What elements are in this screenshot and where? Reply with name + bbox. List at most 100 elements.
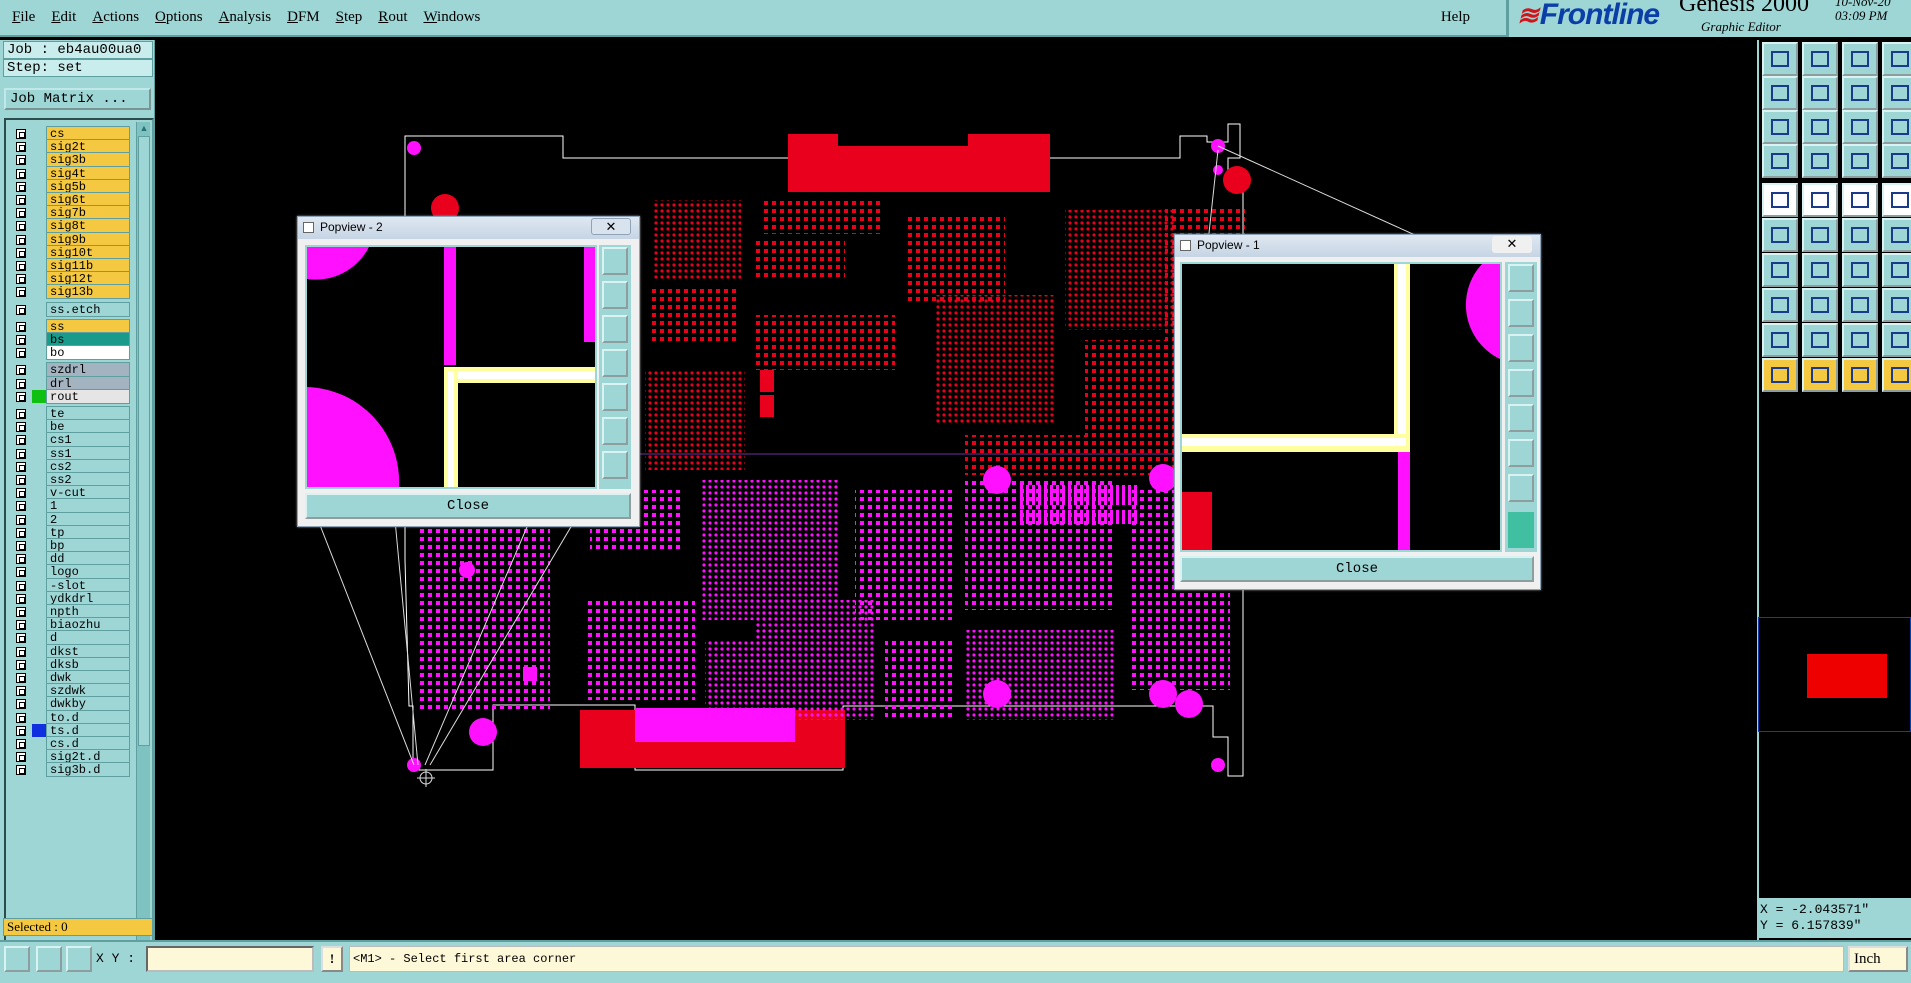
layer-checkbox[interactable] [16, 765, 26, 776]
pan-right-icon[interactable] [1508, 404, 1534, 432]
layer-row[interactable]: sig13b [8, 284, 130, 300]
ruler-icon[interactable] [1842, 183, 1878, 217]
layer-checkbox[interactable] [16, 725, 26, 736]
fill-icon[interactable] [1882, 183, 1911, 217]
zoom-in-icon[interactable] [602, 247, 628, 275]
popview-1-close-button[interactable]: Close [1180, 556, 1534, 582]
zoom-back-icon[interactable] [1802, 76, 1838, 110]
menu-dfm[interactable]: DFM [287, 9, 320, 26]
layer-row[interactable]: bo [8, 345, 130, 361]
layer-name[interactable]: sig3b.d [46, 762, 130, 778]
measure-icon[interactable] [1762, 144, 1798, 178]
layer-checkbox[interactable] [16, 659, 26, 670]
layer-checkbox[interactable] [16, 607, 26, 617]
add-arc-icon[interactable] [1842, 218, 1878, 252]
menu-help[interactable]: Help [1441, 9, 1470, 26]
layer-name[interactable]: bo [46, 345, 130, 361]
popview-2-close-button[interactable]: Close [305, 493, 631, 519]
layer-checkbox[interactable] [16, 391, 26, 402]
layer-scrollbar[interactable]: ▲ ▼ [136, 122, 150, 949]
layer-checkbox[interactable] [16, 567, 26, 578]
zoom-fit-icon[interactable] [1508, 439, 1534, 467]
menu-options[interactable]: Options [155, 9, 203, 26]
pointer-c-icon[interactable] [1842, 358, 1878, 392]
layer-checkbox[interactable] [16, 274, 26, 285]
layer-checkbox[interactable] [16, 461, 26, 472]
layer-checkbox[interactable] [16, 593, 26, 604]
layer-checkbox[interactable] [16, 261, 26, 271]
menu-rout[interactable]: Rout [378, 9, 407, 26]
color-icon[interactable] [1842, 144, 1878, 178]
triangle-c-icon[interactable] [1842, 323, 1878, 357]
layer-checkbox[interactable] [16, 195, 26, 205]
layer-checkbox[interactable] [16, 287, 26, 298]
layer-checkbox[interactable] [16, 378, 26, 389]
zoom-window-icon[interactable] [1842, 76, 1878, 110]
layer-checkbox[interactable] [16, 365, 26, 376]
layer-name[interactable]: rout [46, 388, 130, 404]
arc-icon[interactable] [1842, 253, 1878, 287]
layer-checkbox[interactable] [16, 686, 26, 697]
route-icon[interactable] [1882, 218, 1911, 252]
pointer-icon[interactable] [1762, 358, 1798, 392]
pan-down-icon[interactable] [1508, 334, 1534, 362]
fit-icon[interactable] [1762, 110, 1798, 144]
layer-checkbox[interactable] [16, 348, 26, 359]
layer-checkbox[interactable] [16, 247, 26, 258]
unit-selector[interactable]: Inch [1848, 946, 1908, 972]
zoom-out-icon[interactable] [602, 451, 628, 479]
layer-checkbox[interactable] [16, 488, 26, 499]
pan-up-icon[interactable] [602, 281, 628, 309]
zoom-home-icon[interactable] [1762, 76, 1798, 110]
popview-2-close-icon[interactable]: ✕ [591, 218, 631, 235]
pan-left-icon[interactable] [1508, 369, 1534, 397]
select-icon[interactable] [1762, 218, 1798, 252]
scroll-up-icon[interactable]: ▲ [138, 122, 150, 134]
layer-checkbox[interactable] [16, 448, 26, 459]
layer-checkbox[interactable] [16, 712, 26, 723]
pointer-b-icon[interactable] [1802, 358, 1838, 392]
pan-up-icon[interactable] [1508, 299, 1534, 327]
layer-checkbox[interactable] [16, 620, 26, 631]
window-icon[interactable] [1882, 42, 1911, 76]
zoom-in-icon[interactable] [1508, 264, 1534, 292]
layer-checkbox[interactable] [16, 129, 26, 139]
layer-checkbox[interactable] [16, 304, 26, 315]
layer-checkbox[interactable] [16, 580, 26, 591]
popview-1-titlebar[interactable]: Popview - 1 [1175, 235, 1540, 257]
layer-checkbox[interactable] [16, 752, 26, 763]
layer-checkbox[interactable] [16, 181, 26, 192]
layer-checkbox[interactable] [16, 335, 26, 345]
layer-checkbox[interactable] [16, 475, 26, 485]
snap-icon[interactable] [4, 946, 30, 972]
layer-name[interactable]: ss.etch [46, 301, 130, 317]
zoom-out-icon[interactable] [1508, 474, 1534, 502]
menu-analysis[interactable]: Analysis [219, 9, 272, 26]
xy-input[interactable] [146, 946, 314, 972]
zoom-area-icon[interactable] [1882, 76, 1911, 110]
draw-line-icon[interactable] [1762, 253, 1798, 287]
layer-checkbox[interactable] [16, 554, 26, 565]
split-icon[interactable] [1882, 253, 1911, 287]
add-line-icon[interactable] [1802, 183, 1838, 217]
layer-name[interactable]: sig13b [46, 284, 130, 300]
home-icon[interactable] [1842, 42, 1878, 76]
measure-icon[interactable] [36, 946, 62, 972]
menu-file[interactable]: File [12, 9, 35, 26]
layer-checkbox[interactable] [16, 409, 26, 419]
layers-icon[interactable] [1882, 144, 1911, 178]
pan-left-icon[interactable] [602, 349, 628, 377]
snap-center-icon[interactable] [1802, 218, 1838, 252]
menu-windows[interactable]: Windows [423, 9, 480, 26]
layer-row[interactable]: rout [8, 388, 130, 404]
triangle-b-icon[interactable] [1802, 323, 1838, 357]
layer-checkbox[interactable] [16, 514, 26, 525]
layer-row[interactable]: ss.etch [8, 301, 130, 317]
layer-checkbox[interactable] [16, 646, 26, 657]
popview-2-titlebar[interactable]: Popview - 2 [298, 217, 639, 239]
layer-checkbox[interactable] [16, 673, 26, 683]
popview-2-view[interactable] [305, 245, 597, 489]
pad-edit-icon[interactable] [1762, 288, 1798, 322]
layer-checkbox[interactable] [16, 422, 26, 433]
layer-checkbox[interactable] [16, 221, 26, 232]
